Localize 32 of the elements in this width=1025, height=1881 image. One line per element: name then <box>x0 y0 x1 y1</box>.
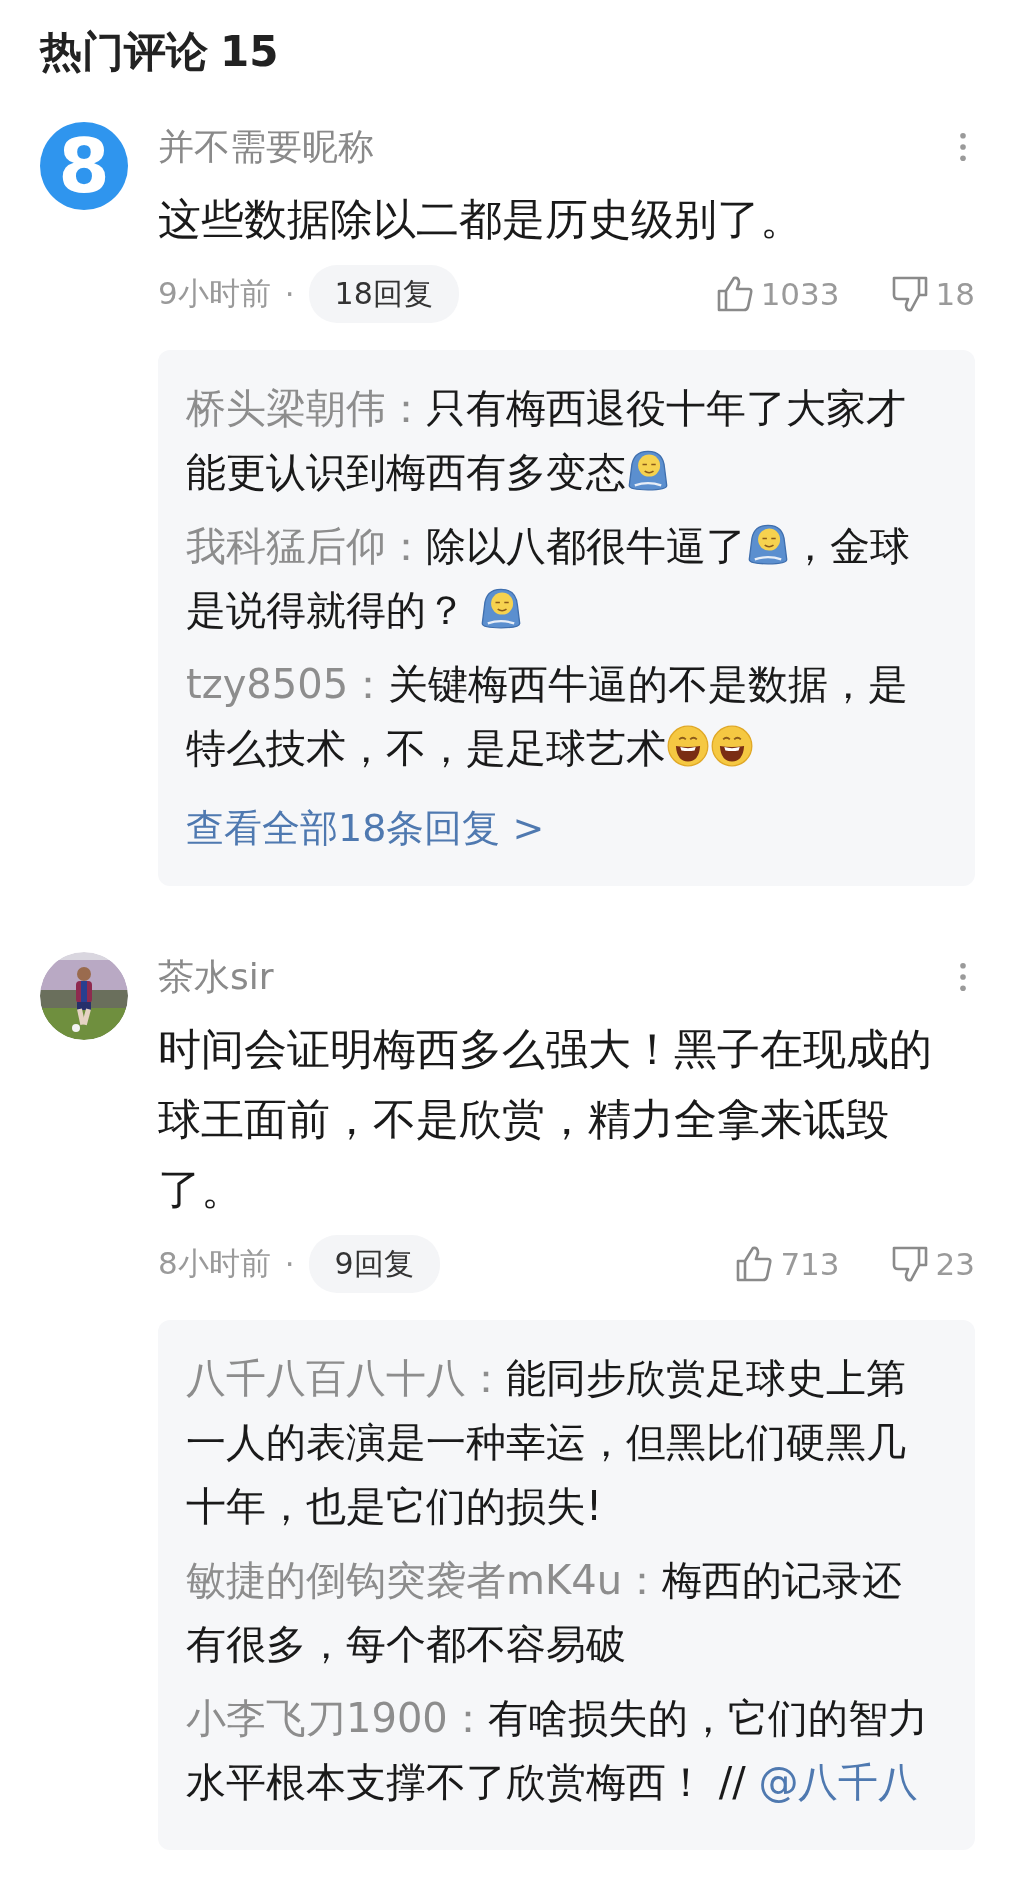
reply-comment: 敏捷的倒钩突袭者mK4u：梅西的记录还有很多，每个都不容易破 <box>186 1556 903 1669</box>
like-count: 713 <box>780 1246 840 1282</box>
separator: · <box>284 276 295 312</box>
username[interactable]: 并不需要昵称 <box>158 122 374 172</box>
reply-comment: 桥头梁朝伟：只有梅西退役十年了大家才能更认识到梅西有多变态 <box>186 384 907 497</box>
separator: · <box>284 1246 295 1282</box>
blanket-emoji-icon <box>626 448 670 492</box>
view-all-replies-link[interactable]: 查看全部18条回复 > <box>186 796 545 860</box>
reply-comment: 我科猛后仰：除以八都很牛逼了 ，金球是说得就得的？ <box>186 521 911 635</box>
dislike-count: 23 <box>935 1246 975 1282</box>
dislike-count: 18 <box>935 276 975 312</box>
comment-count: 15 <box>220 26 279 78</box>
reply-comment: 小李飞刀1900：有啥损失的，它们的智力水平根本支撑不了欣赏梅西！ // @八千八 <box>186 1694 929 1807</box>
mention-link[interactable]: @八千八 <box>758 1759 919 1805</box>
laughing-emoji-icon <box>710 724 754 768</box>
reply-comment: 八千八百八十八：能同步欣赏足球史上第一人的表演是一种幸运，但黑比们硬黑几十年，也是它们的损失! <box>186 1354 907 1531</box>
comment-text: 这些数据除以二都是历史级别了。 <box>158 193 804 246</box>
timestamp: 8小时前 <box>158 1244 271 1283</box>
replies-button[interactable]: 9回复 <box>308 1235 440 1293</box>
comment-text: 时间会证明梅西多么强大！黑子在现成的球王面前，不是欣赏，精力全拿来诋毁了。 <box>158 1023 933 1216</box>
thumbs-up-icon[interactable] <box>734 1244 775 1284</box>
avatar[interactable]: 8 <box>40 122 128 210</box>
like-count: 1033 <box>760 276 840 312</box>
replies-button[interactable]: 18回复 <box>308 265 459 323</box>
more-options-icon[interactable] <box>959 962 967 992</box>
username[interactable]: 茶水sir <box>158 952 274 1002</box>
laughing-emoji-icon <box>666 724 710 768</box>
blanket-emoji-icon <box>746 522 790 566</box>
section-title: 热门评论 <box>40 26 208 78</box>
reply-comment: tzy8505：关键梅西牛逼的不是数据，是特么技术，不，是足球艺术 <box>186 660 910 773</box>
more-options-icon[interactable] <box>959 132 967 162</box>
timestamp: 9小时前 <box>158 274 271 313</box>
